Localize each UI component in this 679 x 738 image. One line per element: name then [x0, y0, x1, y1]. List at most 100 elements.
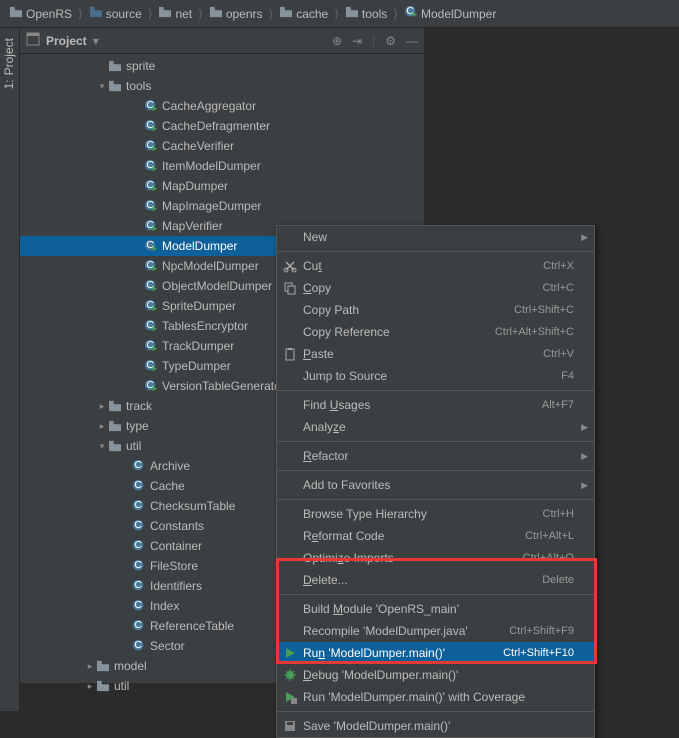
context-menu: New▶ CutCtrl+XCopyCtrl+CCopy PathCtrl+Shi…: [276, 225, 595, 738]
breadcrumb-label: openrs: [226, 7, 263, 21]
class-run-icon: C: [144, 359, 158, 373]
menu-item[interactable]: Optimize ImportsCtrl+Alt+O: [277, 547, 594, 569]
expand-icon[interactable]: ▸: [96, 401, 108, 412]
breadcrumb-item[interactable]: CModelDumper: [401, 3, 499, 24]
tree-item-label: CacheAggregator: [162, 99, 256, 113]
expand-icon[interactable]: ▾: [96, 441, 108, 452]
disk-icon: [282, 719, 298, 733]
dropdown-arrow-icon[interactable]: ▾: [93, 34, 99, 48]
folder-icon: [345, 6, 359, 21]
collapse-icon[interactable]: ⇥: [352, 34, 362, 48]
chevron-right-icon: ⟩: [148, 7, 153, 21]
menu-shortcut: Ctrl+Shift+F9: [509, 625, 574, 637]
tree-item[interactable]: CMapDumper: [20, 176, 424, 196]
menu-item[interactable]: Run 'ModelDumper.main()' Ctrl+Shift+F10: [277, 642, 594, 664]
expand-icon[interactable]: ▸: [96, 421, 108, 432]
menu-item-label: Paste: [303, 347, 334, 361]
tree-item-label: track: [126, 399, 152, 413]
submenu-arrow-icon: ▶: [581, 480, 588, 491]
menu-item-label: Find Usages: [303, 398, 370, 412]
menu-item[interactable]: Delete...Delete: [277, 569, 594, 591]
tree-item[interactable]: sprite: [20, 56, 424, 76]
menu-item-label: Optimize Imports: [303, 551, 394, 565]
menu-item[interactable]: Browse Type HierarchyCtrl+H: [277, 503, 594, 525]
svg-text:C: C: [134, 479, 142, 491]
class-run-icon: C: [404, 5, 418, 22]
menu-item[interactable]: Copy ReferenceCtrl+Alt+Shift+C: [277, 321, 594, 343]
menu-shortcut: Ctrl+Shift+F10: [503, 647, 574, 659]
paste-icon: [282, 347, 298, 361]
breadcrumb-item[interactable]: source: [86, 4, 145, 23]
tree-item-label: FileStore: [150, 559, 198, 573]
menu-item-label: Analyze: [303, 420, 346, 434]
folder-icon: [158, 6, 172, 21]
expand-icon[interactable]: ▾: [96, 81, 108, 92]
tree-item[interactable]: CCacheDefragmenter: [20, 116, 424, 136]
menu-item-label: Copy: [303, 281, 331, 295]
tree-item[interactable]: CItemModelDumper: [20, 156, 424, 176]
menu-item[interactable]: Reformat CodeCtrl+Alt+L: [277, 525, 594, 547]
divider: |: [372, 34, 375, 48]
submenu-arrow-icon: ▶: [581, 232, 588, 243]
menu-item-label: Jump to Source: [303, 369, 387, 383]
class-icon: C: [132, 539, 146, 553]
class-icon: C: [132, 559, 146, 573]
menu-item[interactable]: PasteCtrl+V: [277, 343, 594, 365]
folder-icon: [108, 400, 122, 412]
tree-item-label: VersionTableGenerator: [162, 379, 285, 393]
menu-item[interactable]: New▶: [277, 226, 594, 248]
menu-item[interactable]: Add to Favorites▶: [277, 474, 594, 496]
menu-item[interactable]: Analyze▶: [277, 416, 594, 438]
menu-item-label: Run 'ModelDumper.main()': [303, 646, 445, 660]
class-run-icon: C: [144, 239, 158, 253]
expand-icon[interactable]: ▸: [84, 661, 96, 672]
menu-item[interactable]: Copy PathCtrl+Shift+C: [277, 299, 594, 321]
breadcrumb-item[interactable]: cache: [276, 4, 331, 23]
menu-shortcut: Ctrl+Shift+C: [514, 304, 574, 316]
tree-item[interactable]: CMapImageDumper: [20, 196, 424, 216]
menu-item[interactable]: Recompile 'ModelDumper.java'Ctrl+Shift+F…: [277, 620, 594, 642]
copy-icon: [282, 281, 298, 295]
breadcrumb-label: net: [175, 7, 192, 21]
breadcrumb-item[interactable]: OpenRS: [6, 4, 75, 23]
class-run-icon: C: [144, 99, 158, 113]
breadcrumb-item[interactable]: openrs: [206, 4, 266, 23]
menu-item[interactable]: Save 'ModelDumper.main()': [277, 715, 594, 737]
tree-item[interactable]: ▾tools: [20, 76, 424, 96]
class-icon: C: [132, 459, 146, 473]
menu-item[interactable]: Jump to SourceF4: [277, 365, 594, 387]
class-icon: C: [132, 599, 146, 613]
menu-item[interactable]: CopyCtrl+C: [277, 277, 594, 299]
expand-icon[interactable]: ▸: [84, 681, 96, 692]
breadcrumb-item[interactable]: net: [155, 4, 195, 23]
breadcrumb-label: source: [106, 7, 142, 21]
menu-separator: [277, 499, 594, 500]
class-run-icon: C: [144, 299, 158, 313]
sidebar-tab[interactable]: 1: Project: [0, 28, 20, 711]
menu-item[interactable]: Build Module 'OpenRS_main': [277, 598, 594, 620]
gear-icon[interactable]: ⚙: [385, 34, 396, 48]
run-icon: [282, 646, 298, 660]
menu-separator: [277, 390, 594, 391]
sidebar-tab-index: 1:: [2, 79, 16, 89]
hide-icon[interactable]: —: [406, 34, 418, 48]
target-icon[interactable]: ⊕: [332, 34, 342, 48]
tree-item-label: model: [114, 659, 147, 673]
class-run-icon: C: [144, 259, 158, 273]
tree-item-label: util: [114, 679, 129, 693]
menu-item[interactable]: Find UsagesAlt+F7: [277, 394, 594, 416]
breadcrumb-item[interactable]: tools: [342, 4, 390, 23]
menu-item[interactable]: Run 'ModelDumper.main()' with Coverage: [277, 686, 594, 708]
tree-item-label: TypeDumper: [162, 359, 231, 373]
submenu-arrow-icon: ▶: [581, 451, 588, 462]
menu-item[interactable]: Refactor▶: [277, 445, 594, 467]
tree-item[interactable]: C CacheAggregator: [20, 96, 424, 116]
menu-item-label: Delete...: [303, 573, 348, 587]
svg-text:C: C: [134, 599, 142, 611]
menu-item[interactable]: CutCtrl+X: [277, 255, 594, 277]
tree-item-label: ChecksumTable: [150, 499, 235, 513]
class-run-icon: C: [144, 199, 158, 213]
svg-text:C: C: [134, 619, 142, 631]
tree-item[interactable]: CCacheVerifier: [20, 136, 424, 156]
menu-item-label: Browse Type Hierarchy: [303, 507, 427, 521]
